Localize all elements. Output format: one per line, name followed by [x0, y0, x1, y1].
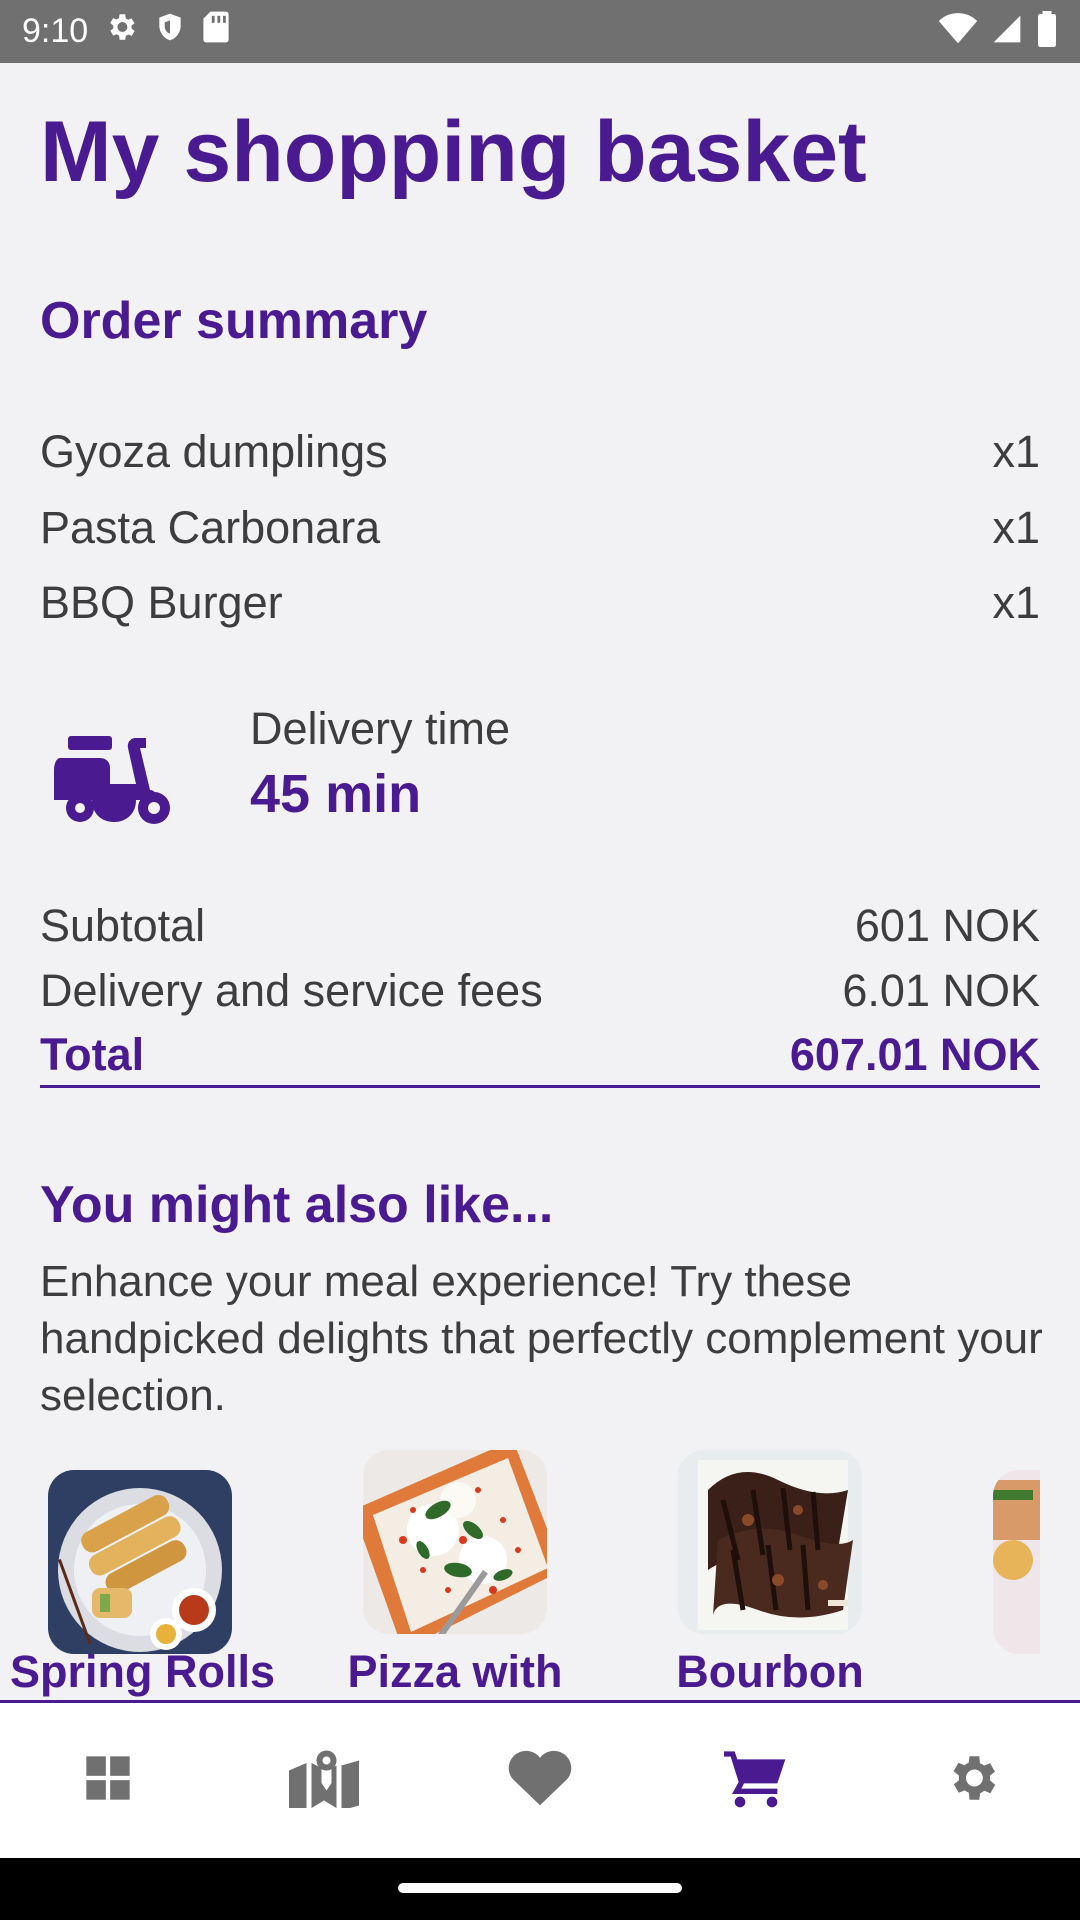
order-item: BBQ Burger x1 [40, 577, 1040, 629]
order-item-name: BBQ Burger [40, 577, 283, 628]
settings-icon [943, 1749, 1001, 1812]
battery-icon [1036, 11, 1058, 52]
nav-home[interactable] [63, 1736, 153, 1826]
order-item: Gyoza dumplings x1 [40, 426, 1040, 478]
order-item: Pasta Carbonara x1 [40, 502, 1040, 554]
nav-settings[interactable] [927, 1736, 1017, 1826]
scooter-icon [46, 718, 176, 828]
subtotal-label: Subtotal [40, 900, 206, 951]
order-item-qty: x1 [992, 577, 1040, 628]
nav-map[interactable] [279, 1736, 369, 1826]
settings-gear-icon [104, 10, 138, 53]
cart-icon [724, 1748, 788, 1813]
status-time: 9:10 [22, 12, 89, 50]
page-title: My shopping basket [40, 104, 867, 200]
home-gesture-bar[interactable] [398, 1883, 682, 1893]
recommendation-name: Fl [955, 1646, 1040, 1698]
delivery-time-label: Delivery time [250, 703, 511, 754]
order-item-qty: x1 [992, 502, 1040, 553]
order-summary-title: Order summary [40, 292, 428, 350]
basket-page: My shopping basket Order summary Gyoza d… [0, 63, 1080, 1703]
map-icon [286, 1748, 362, 1816]
recommendation-name: Spring Rolls [10, 1646, 276, 1697]
total-value: 607.01 NOK [789, 1029, 1040, 1080]
recommendation-name: Pizza with [347, 1646, 563, 1697]
subtotal-row: Subtotal 601 NOK [40, 900, 1040, 952]
pizza-image [363, 1450, 547, 1634]
heart-icon [506, 1748, 574, 1813]
total-row: Total 607.01 NOK [40, 1029, 1040, 1088]
status-bar: 9:10 [0, 0, 1080, 63]
delivery-time-value: 45 min [250, 764, 422, 824]
bourbon-ribs-image [678, 1450, 862, 1634]
order-item-name: Pasta Carbonara [40, 502, 381, 553]
order-item-qty: x1 [992, 426, 1040, 477]
recommendation-image [993, 1470, 1040, 1654]
sd-card-icon [202, 10, 230, 53]
signal-icon [990, 13, 1024, 50]
nav-favorites[interactable] [495, 1736, 585, 1826]
recommendation-name: Bourbon [676, 1646, 864, 1697]
wifi-icon [938, 13, 978, 50]
spring-rolls-image [48, 1470, 232, 1654]
total-label: Total [40, 1029, 145, 1080]
service-fee-value: 6.01 NOK [842, 965, 1040, 1016]
recommendations-title: You might also like... [40, 1176, 554, 1234]
recommendations-description: Enhance your meal experience! Try these … [40, 1257, 1043, 1420]
dashboard-icon [82, 1752, 134, 1809]
service-fee-label: Delivery and service fees [40, 965, 543, 1016]
nav-cart[interactable] [711, 1736, 801, 1826]
recommendations-carousel[interactable]: Spring Rolls Pizza with Bourbon [0, 1448, 1040, 1703]
subtotal-value: 601 NOK [854, 900, 1040, 951]
bottom-navigation [0, 1703, 1080, 1858]
shield-icon [154, 10, 186, 53]
order-item-name: Gyoza dumplings [40, 426, 388, 477]
service-fee-row: Delivery and service fees 6.01 NOK [40, 965, 1040, 1017]
